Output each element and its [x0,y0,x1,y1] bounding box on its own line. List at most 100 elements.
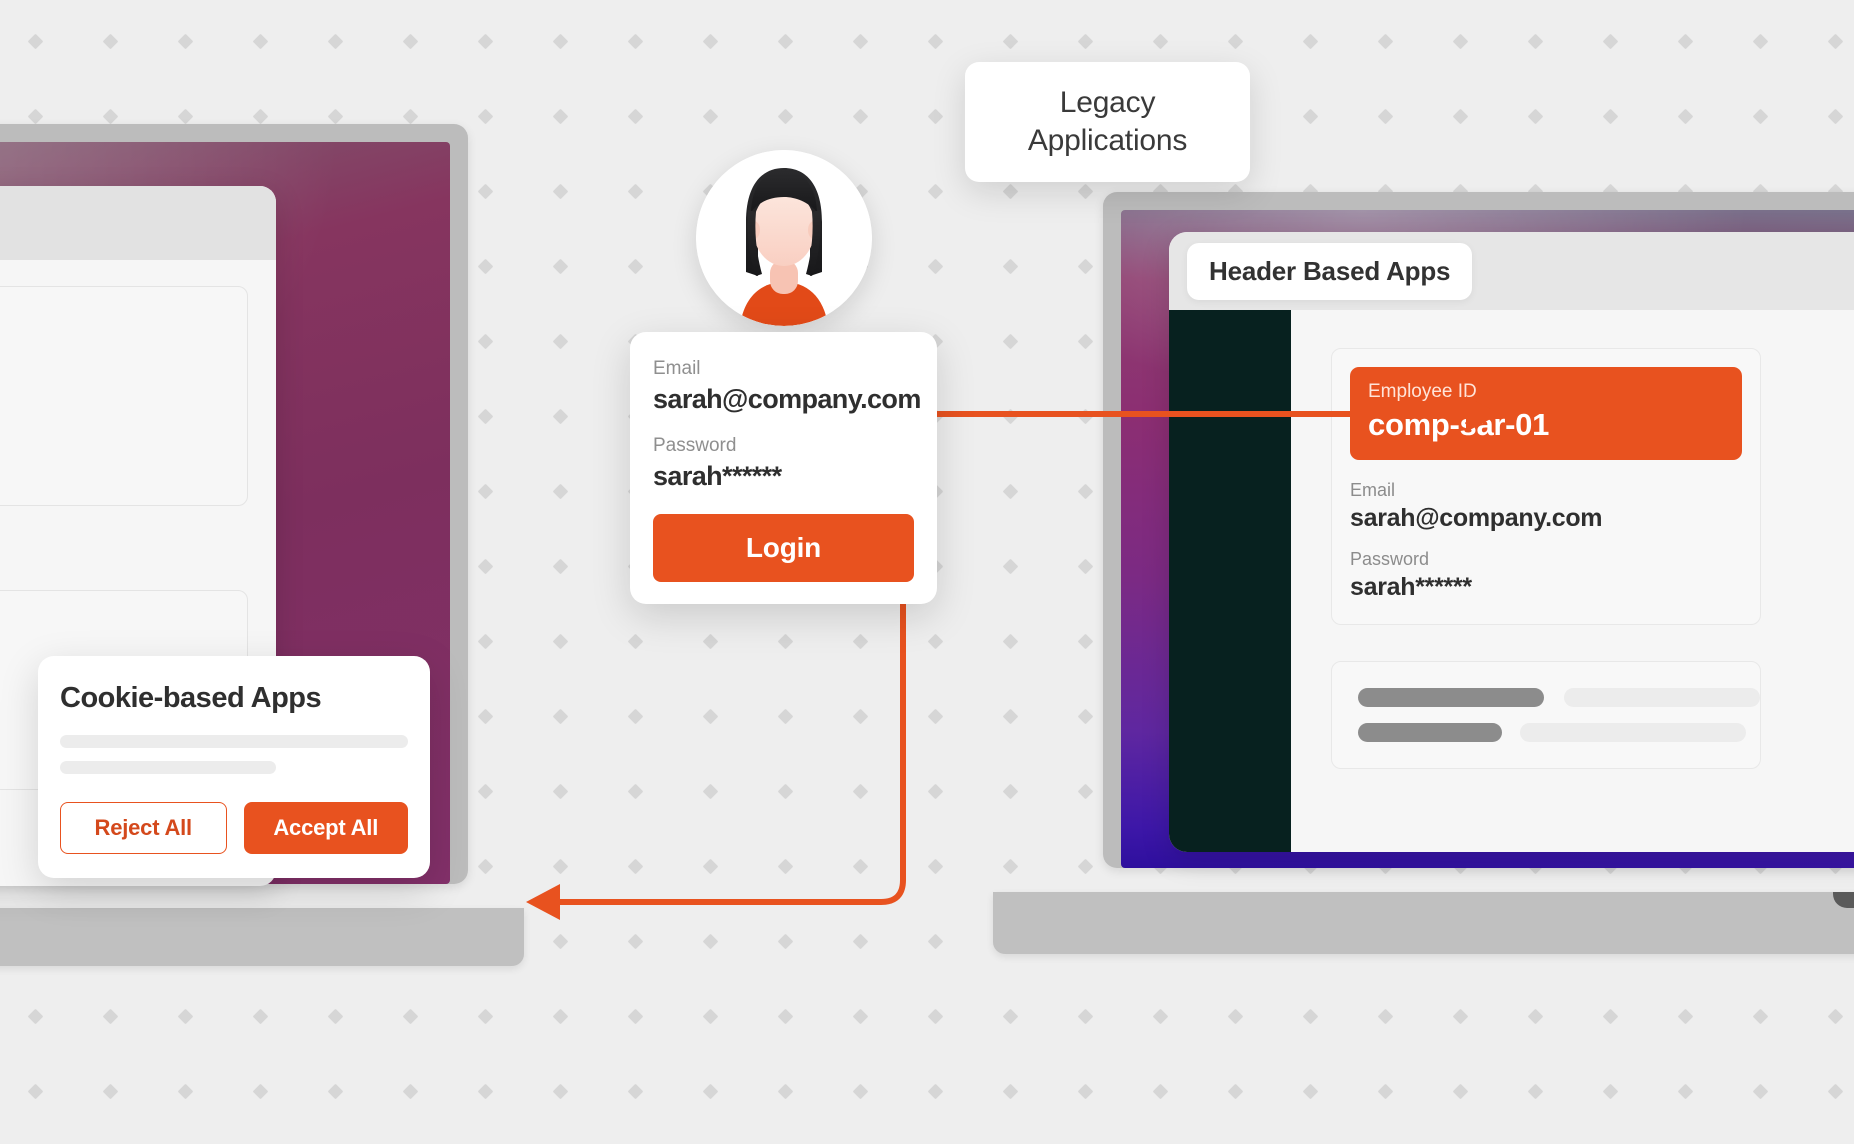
grid-dot [927,633,944,650]
grid-dot [1002,783,1019,800]
grid-dot [627,1008,644,1025]
grid-dot [1377,1008,1394,1025]
grid-dot [327,1008,344,1025]
grid-dot [927,33,944,50]
grid-dot [1677,1008,1694,1025]
grid-dot [477,558,494,575]
grid-dot [1302,108,1319,125]
grid-dot [552,33,569,50]
cookie-text-placeholder-bar [60,735,408,748]
grid-dot [1002,183,1019,200]
legacy-line-1: Legacy [1059,85,1156,119]
grid-dot [327,1083,344,1100]
grid-dot [1602,33,1619,50]
login-email-value[interactable]: sarah@company.com [653,384,921,415]
grid-dot [627,858,644,875]
grid-dot [552,783,569,800]
grid-dot [627,633,644,650]
grid-dot [927,783,944,800]
grid-dot [1077,708,1094,725]
grid-dot [1827,1008,1844,1025]
grid-dot [852,933,869,950]
skeleton-bar-dark [1358,723,1502,742]
grid-dot [1527,108,1544,125]
grid-dot [1752,33,1769,50]
password-label: Password [1350,549,1430,569]
browser-window-right: Header Based Apps Employee ID comp-sar-0… [1169,232,1854,852]
grid-dot [552,708,569,725]
grid-dot [1752,1008,1769,1025]
grid-dot [252,1008,269,1025]
grid-dot [102,1083,119,1100]
grid-dot [852,108,869,125]
login-button[interactable]: Login [653,514,914,582]
skeleton-bar-light [1564,688,1760,707]
grid-dot [927,1008,944,1025]
grid-dot [252,33,269,50]
grid-dot [702,858,719,875]
grid-dot [1002,633,1019,650]
grid-dot [27,1008,44,1025]
grid-dot [702,633,719,650]
grid-dot [927,1083,944,1100]
grid-dot [702,33,719,50]
grid-dot [1152,1008,1169,1025]
grid-dot [627,933,644,950]
legacy-applications-label: Legacy Applications [1028,84,1188,161]
grid-dot [1527,1083,1544,1100]
grid-dot [777,858,794,875]
user-avatar [696,150,872,326]
grid-dot [1602,1008,1619,1025]
reject-all-button[interactable]: Reject All [60,802,227,854]
grid-dot [1677,33,1694,50]
grid-dot [777,33,794,50]
grid-dot [627,258,644,275]
login-password-value[interactable]: sarah****** [653,461,914,492]
grid-dot [1077,333,1094,350]
grid-dot [1227,1008,1244,1025]
grid-dot [1077,1083,1094,1100]
browser-right-toolbar: Header Based Apps [1169,232,1854,310]
grid-dot [1827,108,1844,125]
grid-dot [852,1008,869,1025]
login-email-label: Email [653,358,701,379]
grid-dot [1002,408,1019,425]
cookie-consent-card: Cookie-based Apps Reject All Accept All [38,656,430,878]
grid-dot [552,933,569,950]
grid-dot [852,633,869,650]
grid-dot [702,708,719,725]
grid-dot [852,33,869,50]
content-panel-primary [0,286,248,506]
grid-dot [702,1008,719,1025]
grid-dot [1452,33,1469,50]
app-sidebar [1169,310,1291,852]
grid-dot [552,408,569,425]
employee-id-chip: Employee ID comp-sar-01 [1350,367,1742,460]
grid-dot [1752,108,1769,125]
grid-dot [477,1008,494,1025]
grid-dot [1527,1008,1544,1025]
grid-dot [1377,33,1394,50]
grid-dot [402,1083,419,1100]
accept-all-button[interactable]: Accept All [243,802,408,854]
grid-dot [102,33,119,50]
grid-dot [927,933,944,950]
grid-dot [777,933,794,950]
grid-dot [852,1083,869,1100]
grid-dot [477,258,494,275]
grid-dot [477,333,494,350]
grid-dot [1002,558,1019,575]
grid-dot [777,108,794,125]
app-main-content: Employee ID comp-sar-01 Email sarah@comp… [1291,310,1854,852]
grid-dot [1152,1083,1169,1100]
grid-dot [777,783,794,800]
grid-dot [1302,1008,1319,1025]
grid-dot [777,633,794,650]
grid-dot [777,708,794,725]
grid-dot [702,933,719,950]
grid-dot [1377,1083,1394,1100]
grid-dot [1077,858,1094,875]
laptop-right-base [993,892,1854,954]
grid-dot [1002,33,1019,50]
employee-id-value: comp-sar-01 [1368,407,1550,442]
